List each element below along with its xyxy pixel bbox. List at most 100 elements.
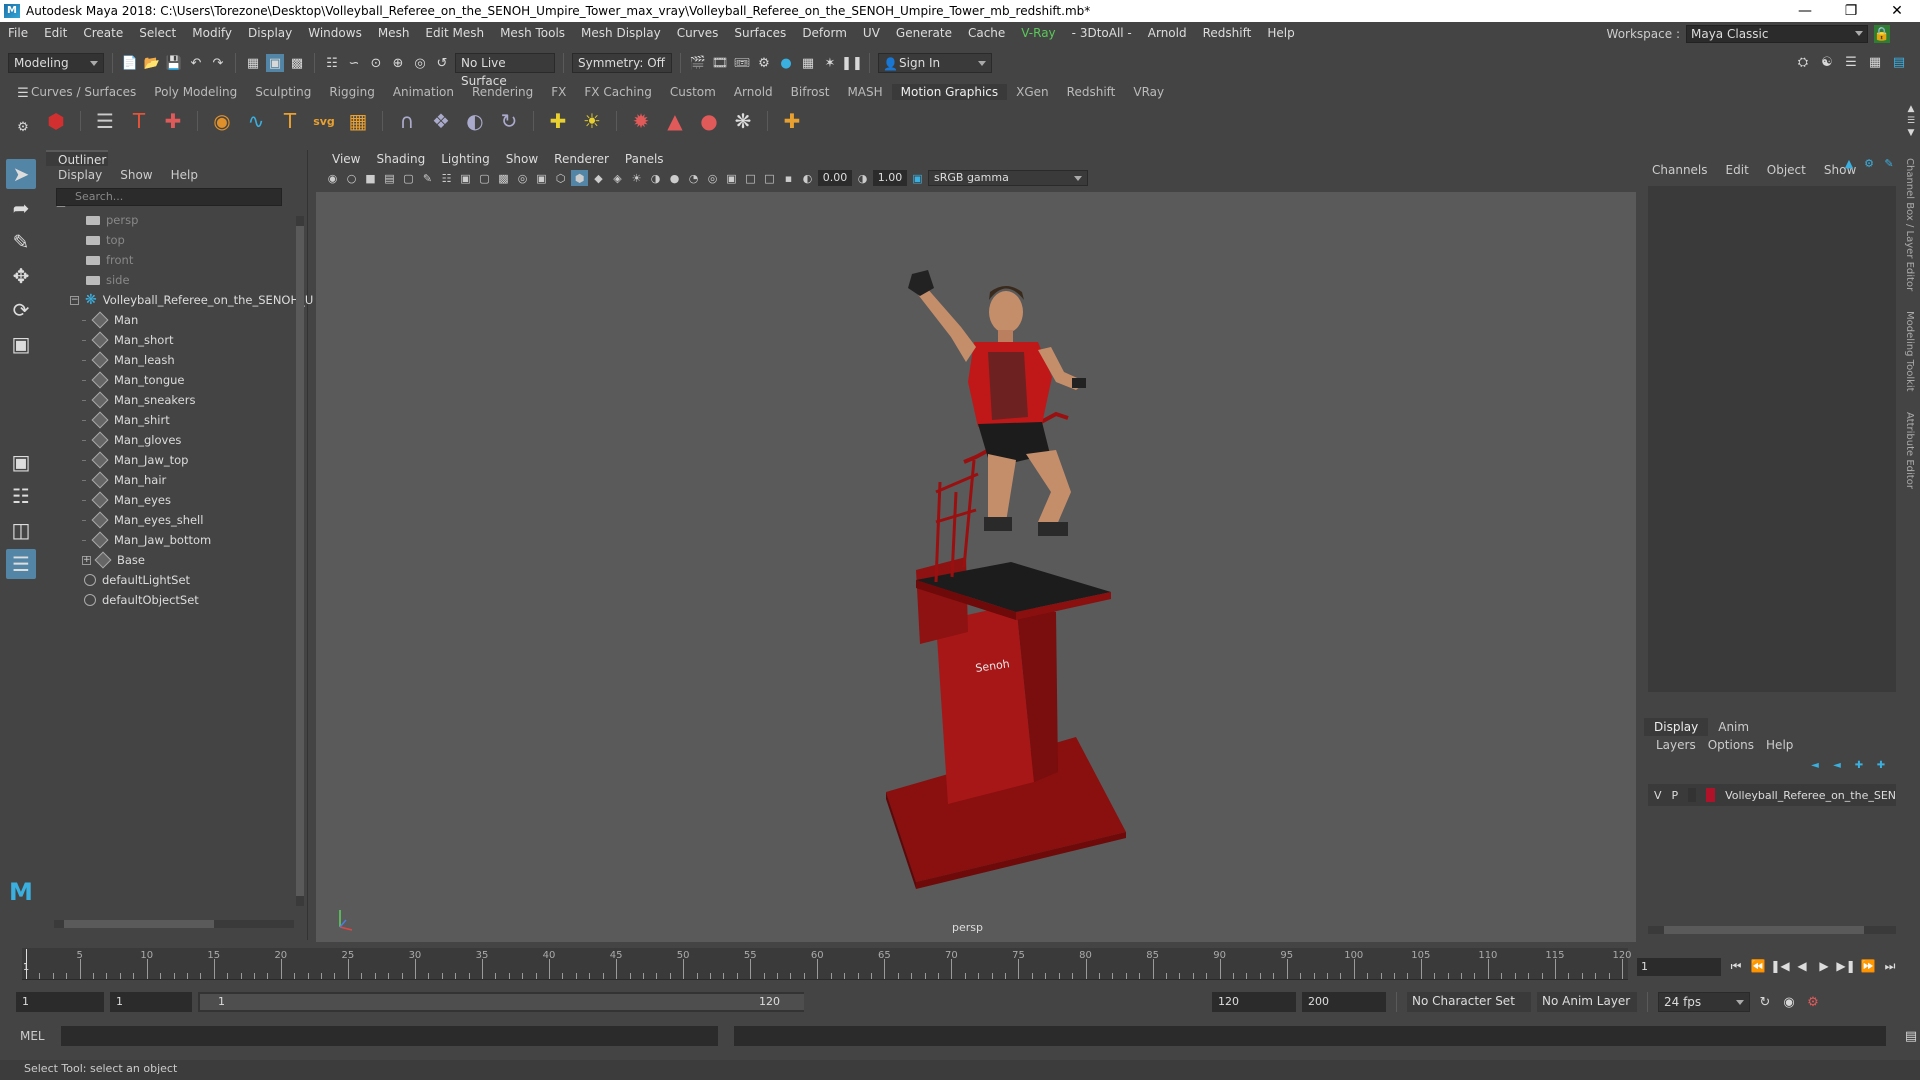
select-camera-icon[interactable]: ◉ [324, 170, 341, 186]
single-view-icon[interactable]: ▣ [6, 447, 36, 477]
shelf-scroll[interactable]: ▲ ☰ ▼ [1902, 104, 1920, 138]
ambient-occlusion-icon[interactable]: ● [666, 170, 683, 186]
shelf-tab-motion-graphics[interactable]: Motion Graphics [891, 84, 1008, 100]
live-surface-field[interactable]: No Live Surface [455, 53, 555, 88]
step-forward-key-icon[interactable]: ⏩ [1860, 958, 1876, 974]
select-component-icon[interactable]: ▩ [288, 54, 306, 72]
smooth-shade-icon[interactable]: ⬢ [571, 170, 588, 186]
tool-settings-icon[interactable]: ▦ [1866, 53, 1884, 71]
colorspace-dropdown[interactable]: sRGB gamma [928, 170, 1088, 186]
outliner-item-top[interactable]: top [46, 230, 307, 250]
outliner-horizontal-scrollbar[interactable] [54, 920, 294, 928]
menu-surfaces[interactable]: Surfaces [726, 26, 794, 40]
use-lights-icon[interactable]: ☀ [628, 170, 645, 186]
layer-tab-anim[interactable]: Anim [1708, 718, 1759, 736]
outliner-item-man-gloves[interactable]: Man_gloves [46, 430, 307, 450]
shelf-menu-icon[interactable]: ☰ [1902, 116, 1920, 126]
current-time-marker[interactable] [26, 949, 27, 979]
layer-playback-toggle[interactable]: P [1672, 789, 1679, 802]
viewport-menu-renderer[interactable]: Renderer [546, 152, 617, 166]
chevron-up-icon[interactable]: ▲ [1902, 104, 1920, 114]
gate-mask-icon[interactable]: ▩ [495, 170, 512, 186]
isolate-select-icon[interactable]: □ [742, 170, 759, 186]
outliner-item-man-hair[interactable]: Man_hair [46, 470, 307, 490]
current-frame-field[interactable]: 1 [1637, 958, 1721, 976]
menu-3dtoall[interactable]: - 3DtoAll - [1064, 26, 1140, 40]
outliner-item-default-object-set[interactable]: defaultObjectSet [46, 590, 307, 610]
type-tool-icon[interactable]: T [125, 107, 153, 135]
side-tab-modeling-toolkit[interactable]: Modeling Toolkit [1904, 311, 1915, 392]
menu-arnold[interactable]: Arnold [1140, 26, 1195, 40]
shelf-tab-rigging[interactable]: Rigging [320, 84, 383, 100]
mash-network-icon[interactable]: ⬢ [42, 107, 70, 135]
outliner-menu-display[interactable]: Display [58, 168, 102, 182]
gamma-field[interactable]: 1.00 [873, 170, 907, 186]
workspace-dropdown[interactable]: Maya Classic [1686, 25, 1868, 43]
render-view-icon[interactable]: 🎬 [689, 54, 707, 72]
menu-modify[interactable]: Modify [184, 26, 240, 40]
cloth-icon[interactable]: ▲ [661, 107, 689, 135]
magnet-icon[interactable]: ∩ [393, 107, 421, 135]
outliner-search-input[interactable]: Search... [56, 188, 282, 206]
two-view-icon[interactable]: ◫ [6, 515, 36, 545]
new-scene-icon[interactable]: 📄 [121, 54, 139, 72]
snap-point-icon[interactable]: ⊙ [367, 54, 385, 72]
shelf-tab-bifrost[interactable]: Bifrost [782, 84, 839, 100]
render-settings-icon[interactable]: ⚙ [755, 54, 773, 72]
shelf-tab-xgen[interactable]: XGen [1007, 84, 1058, 100]
menu-cache[interactable]: Cache [960, 26, 1013, 40]
channelbox-object-menu[interactable]: Object [1767, 163, 1806, 177]
shatter-icon[interactable]: ◐ [461, 107, 489, 135]
outliner-vertical-scrollbar[interactable] [296, 216, 304, 906]
anim-layer-dropdown[interactable]: No Anim Layer [1537, 992, 1637, 1012]
outliner-item-root[interactable]: − ❋ Volleyball_Referee_on_the_SENOH_U [46, 290, 313, 310]
viewport-canvas[interactable]: Senoh persp [316, 192, 1636, 942]
grid-icon[interactable]: ☷ [438, 170, 455, 186]
outliner-item-persp[interactable]: persp [46, 210, 307, 230]
move-tool-icon[interactable]: ✥ [6, 261, 36, 291]
render-frame-icon[interactable]: 🎞 [711, 54, 729, 72]
layer-help-menu[interactable]: Help [1766, 738, 1793, 752]
grease-pencil-icon[interactable]: ✎ [419, 170, 436, 186]
hypershade-icon[interactable]: ● [777, 54, 795, 72]
play-forward-icon[interactable]: ▶ [1816, 958, 1832, 974]
lock-icon[interactable]: 🔒 [1874, 25, 1890, 43]
particle-icon[interactable]: ❋ [729, 107, 757, 135]
menu-redshift[interactable]: Redshift [1195, 26, 1260, 40]
sphere-icon[interactable]: ◉ [208, 107, 236, 135]
open-scene-icon[interactable]: 📂 [143, 54, 161, 72]
shelf-tab-custom[interactable]: Custom [661, 84, 725, 100]
select-hierarchy-icon[interactable]: ▦ [244, 54, 262, 72]
wireframe-icon[interactable]: ⬡ [552, 170, 569, 186]
step-forward-frame-icon[interactable]: ▶❚ [1836, 958, 1855, 974]
new-layer-icon[interactable]: ✚ [1852, 758, 1866, 772]
viewport-menu-shading[interactable]: Shading [368, 152, 433, 166]
menu-file[interactable]: File [0, 26, 36, 40]
channel-box-icon[interactable]: ▤ [1890, 53, 1908, 71]
exposure-icon[interactable]: ◐ [799, 170, 816, 186]
menu-uv[interactable]: UV [855, 26, 888, 40]
expand-icon[interactable]: + [82, 555, 91, 565]
xray-icon[interactable]: □ [761, 170, 778, 186]
menu-edit-mesh[interactable]: Edit Mesh [417, 26, 492, 40]
shadows-icon[interactable]: ◑ [647, 170, 664, 186]
loop-icon[interactable]: ↻ [1756, 993, 1774, 1011]
menu-windows[interactable]: Windows [300, 26, 370, 40]
curve-warp-icon[interactable]: ∿ [242, 107, 270, 135]
outliner-item-base[interactable]: + Base [46, 550, 307, 570]
animation-end-field[interactable]: 200 [1302, 992, 1386, 1012]
start-time-field[interactable]: 1 [16, 992, 104, 1012]
outliner-item-man-short[interactable]: Man_short [46, 330, 307, 350]
go-to-end-icon[interactable]: ⏭ [1882, 958, 1898, 974]
menu-mesh-tools[interactable]: Mesh Tools [492, 26, 573, 40]
menu-help[interactable]: Help [1259, 26, 1302, 40]
outliner-item-man-sneakers[interactable]: Man_sneakers [46, 390, 307, 410]
burst-icon[interactable]: ✹ [627, 107, 655, 135]
minimize-icon[interactable]: — [1782, 0, 1828, 22]
range-bar[interactable]: 1 120 [198, 992, 804, 1012]
animation-preferences-icon[interactable]: ⚙ [1804, 993, 1822, 1011]
resolution-gate-icon[interactable]: ▢ [476, 170, 493, 186]
menu-mesh[interactable]: Mesh [370, 26, 418, 40]
shelf-tab-mash[interactable]: MASH [838, 84, 891, 100]
menu-deform[interactable]: Deform [794, 26, 855, 40]
